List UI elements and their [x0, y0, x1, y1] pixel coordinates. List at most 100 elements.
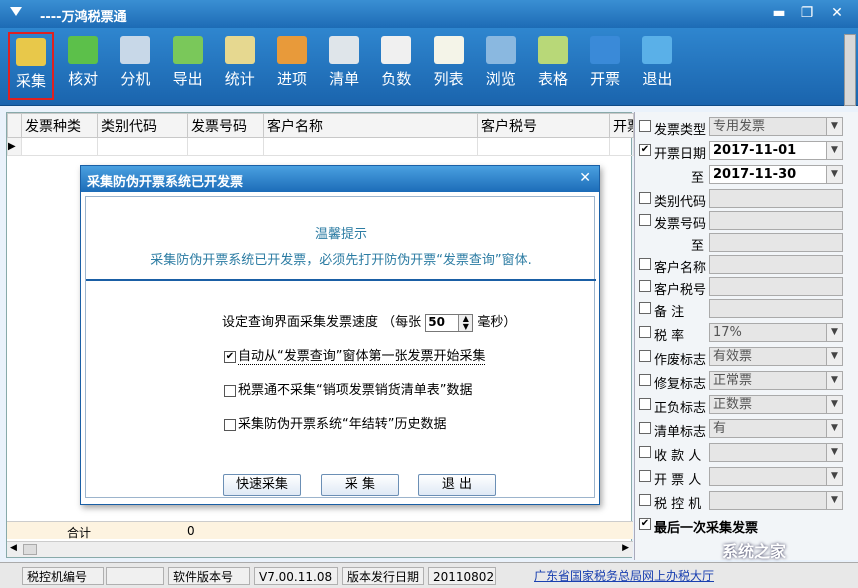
scroll-thumb[interactable]	[23, 544, 37, 555]
filter-checkbox[interactable]	[639, 350, 651, 362]
option-auto-collect[interactable]: ✔ 自动从“发票查询”窗体第一张发票开始采集	[224, 345, 486, 365]
filter-label: 客户税号	[654, 283, 707, 298]
toolbar-button-4[interactable]: 统计	[217, 32, 263, 100]
option-history[interactable]: 采集防伪开票系统“年结转”历史数据	[224, 413, 446, 432]
column-header[interactable]: 发票种类	[21, 113, 98, 138]
filter-input[interactable]: ▼	[709, 443, 843, 462]
option-checkbox[interactable]	[224, 384, 236, 397]
quick-collect-button[interactable]: 快速采集	[223, 474, 301, 496]
dropdown-arrow-icon[interactable]: ▼	[826, 468, 842, 485]
toolbar-button-6[interactable]: 清单	[321, 32, 367, 100]
toolbar-button-0[interactable]: 采集	[8, 32, 54, 100]
filter-input[interactable]	[709, 299, 843, 318]
app-menu-icon[interactable]	[10, 7, 22, 16]
filter-value: 2017-11-01	[713, 143, 797, 158]
filter-checkbox[interactable]: ✔	[639, 518, 651, 530]
toolbar-button-8[interactable]: 列表	[426, 32, 472, 100]
dropdown-arrow-icon[interactable]: ▼	[826, 142, 842, 159]
filter-checkbox[interactable]	[639, 214, 651, 226]
option-checkbox[interactable]	[224, 418, 236, 431]
restore-button[interactable]: ❐	[796, 4, 818, 22]
dialog-close-icon[interactable]: ✕	[579, 170, 591, 186]
filter-row: 发票类型 专用发票 ▼	[637, 116, 857, 138]
filter-checkbox[interactable]	[639, 280, 651, 292]
filter-row: 至 2017-11-30 ▼	[637, 164, 857, 186]
filter-input[interactable]: 有 ▼	[709, 419, 843, 438]
filter-checkbox[interactable]	[639, 470, 651, 482]
filter-checkbox[interactable]	[639, 374, 651, 386]
close-button[interactable]: ✕	[826, 4, 848, 22]
toolbar-button-3[interactable]: 导出	[165, 32, 211, 100]
stepper-arrows-icon[interactable]: ▲ ▼	[458, 314, 473, 331]
filter-input[interactable]	[709, 255, 843, 274]
dropdown-arrow-icon[interactable]: ▼	[826, 372, 842, 389]
scroll-right-icon[interactable]: ▶	[622, 543, 629, 553]
filter-input[interactable]: 2017-11-30 ▼	[709, 165, 843, 184]
filter-checkbox[interactable]	[639, 120, 651, 132]
dropdown-arrow-icon[interactable]: ▼	[826, 396, 842, 413]
dropdown-arrow-icon[interactable]: ▼	[826, 348, 842, 365]
dropdown-arrow-icon[interactable]: ▼	[826, 324, 842, 341]
option-skip-list[interactable]: 税票通不采集“销项发票销货清单表”数据	[224, 379, 472, 398]
collect-button[interactable]: 采 集	[321, 474, 399, 496]
toolbar-button-11[interactable]: 开票	[582, 32, 628, 100]
filter-row: 正负标志 正数票 ▼	[637, 394, 857, 416]
filter-label: 修复标志	[654, 377, 707, 392]
machine-value	[106, 567, 164, 585]
filter-input[interactable]: 有效票 ▼	[709, 347, 843, 366]
dropdown-arrow-icon[interactable]: ▼	[826, 420, 842, 437]
filter-checkbox[interactable]	[639, 494, 651, 506]
column-header[interactable]: 客户名称	[263, 113, 478, 138]
filter-checkbox[interactable]	[639, 258, 651, 270]
tax-bureau-link[interactable]: 广东省国家税务总局网上办税大厅	[530, 567, 718, 585]
filter-input[interactable]: 专用发票 ▼	[709, 117, 843, 136]
toolbar-button-2[interactable]: 分机	[112, 32, 158, 100]
filter-input[interactable]: ▼	[709, 491, 843, 510]
filter-checkbox[interactable]	[639, 302, 651, 314]
filter-input[interactable]: 正常票 ▼	[709, 371, 843, 390]
option-checkbox[interactable]: ✔	[224, 350, 236, 363]
column-header[interactable]: 开票	[609, 113, 634, 138]
filter-checkbox[interactable]	[639, 326, 651, 338]
filter-input[interactable]	[709, 277, 843, 296]
toolbar-button-5[interactable]: 进项	[269, 32, 315, 100]
divider	[86, 279, 596, 281]
toolbar-button-7[interactable]: 负数	[373, 32, 419, 100]
scroll-left-icon[interactable]: ◀	[10, 543, 17, 553]
speed-stepper[interactable]: 50 ▲ ▼	[425, 313, 474, 332]
filter-input[interactable]: ▼	[709, 467, 843, 486]
title-bar: ----万鸿税票通 ▬ ❐ ✕	[0, 0, 858, 28]
filter-input[interactable]: 2017-11-01 ▼	[709, 141, 843, 160]
filter-input[interactable]	[709, 233, 843, 252]
dropdown-arrow-icon[interactable]: ▼	[826, 118, 842, 135]
filter-checkbox[interactable]	[639, 446, 651, 458]
toolbar-button-12[interactable]: 退出	[634, 32, 680, 100]
filter-row: 备 注	[637, 298, 857, 320]
filter-checkbox[interactable]	[639, 422, 651, 434]
filter-checkbox[interactable]	[639, 398, 651, 410]
toolbar-scrollbar[interactable]	[844, 34, 856, 106]
dropdown-arrow-icon[interactable]: ▼	[826, 166, 842, 183]
column-header[interactable]: 类别代码	[97, 113, 188, 138]
filter-checkbox[interactable]: ✔	[639, 144, 651, 156]
dropdown-arrow-icon[interactable]: ▼	[826, 444, 842, 461]
table-icon	[538, 36, 568, 64]
table-row[interactable]: ▶	[7, 137, 634, 156]
filter-input[interactable]: 17% ▼	[709, 323, 843, 342]
column-header[interactable]: 客户税号	[477, 113, 610, 138]
toolbar-button-9[interactable]: 浏览	[478, 32, 524, 100]
toolbar-button-10[interactable]: 表格	[530, 32, 576, 100]
toolbar-button-1[interactable]: 核对	[60, 32, 106, 100]
filter-input[interactable]	[709, 211, 843, 230]
dialog-exit-button[interactable]: 退 出	[418, 474, 496, 496]
horizontal-scrollbar[interactable]: ◀ ▶	[7, 541, 633, 557]
filter-label: 备 注	[654, 305, 685, 320]
collect-dialog: 采集防伪开票系统已开发票 ✕ 温馨提示 采集防伪开票系统已开发票，必须先打开防伪…	[80, 165, 600, 505]
filter-label: 至	[691, 239, 705, 254]
filter-input[interactable]: 正数票 ▼	[709, 395, 843, 414]
dropdown-arrow-icon[interactable]: ▼	[826, 492, 842, 509]
filter-checkbox[interactable]	[639, 192, 651, 204]
minimize-button[interactable]: ▬	[768, 4, 790, 22]
filter-input[interactable]	[709, 189, 843, 208]
column-header[interactable]: 发票号码	[187, 113, 264, 138]
